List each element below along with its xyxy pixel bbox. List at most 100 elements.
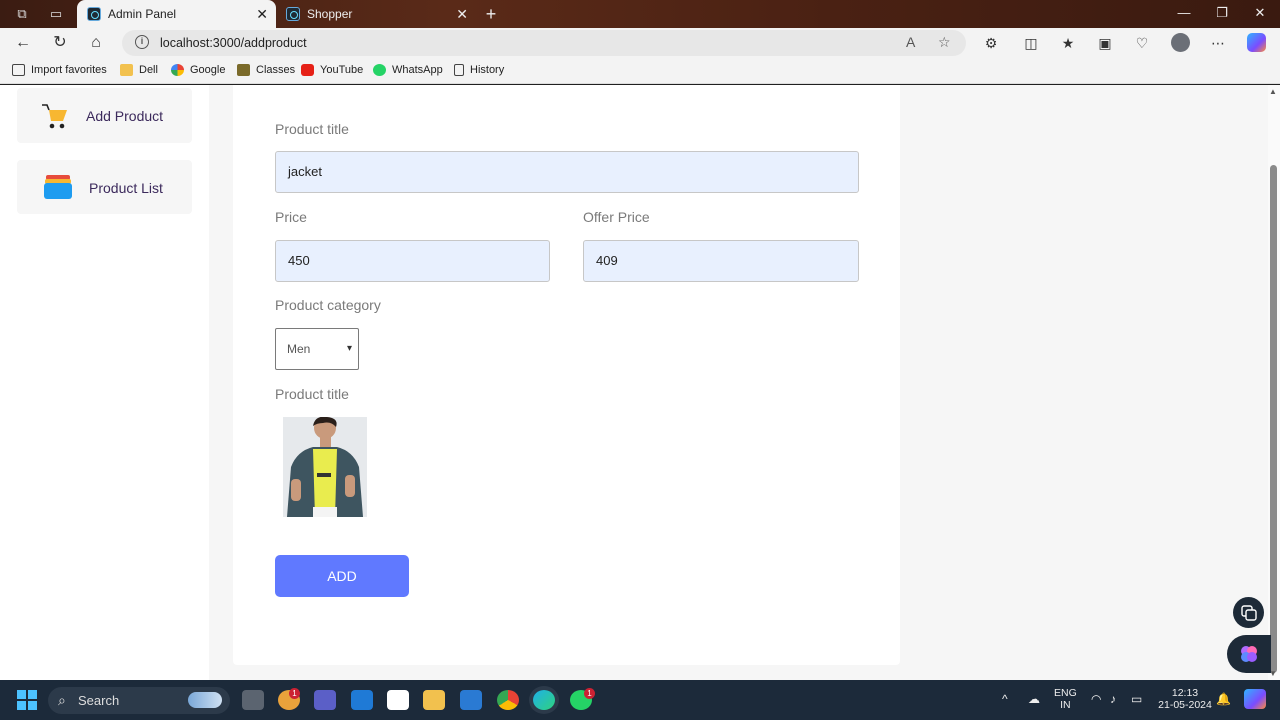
wifi-icon[interactable]: ◠: [1091, 692, 1101, 706]
back-icon[interactable]: ←: [13, 33, 33, 53]
search-highlight-icon: [188, 692, 222, 708]
bookmark-label: Classes: [256, 64, 296, 76]
whatsapp-icon: [373, 64, 386, 76]
widgets-badge: 1: [289, 688, 300, 699]
workspaces-icon[interactable]: ⧉: [14, 6, 30, 22]
chevron-down-icon: ▾: [346, 343, 352, 354]
ai-assistant-icon[interactable]: [1227, 635, 1271, 673]
offer-price-label: Offer Price: [583, 209, 650, 225]
profile-avatar[interactable]: [1171, 33, 1190, 52]
react-favicon-icon: [87, 7, 101, 21]
edge-icon[interactable]: [533, 690, 555, 710]
site-info-icon[interactable]: i: [135, 35, 149, 49]
tab-actions-icon[interactable]: ▭: [48, 6, 64, 22]
mail-icon[interactable]: [351, 690, 373, 710]
refresh-icon[interactable]: ↻: [50, 33, 70, 53]
scroll-up-icon[interactable]: ▲: [1269, 87, 1277, 96]
page-scrollbar[interactable]: ▲ ▼: [1268, 85, 1280, 680]
maximize-icon[interactable]: ❐: [1214, 5, 1230, 21]
product-image-upload[interactable]: [283, 417, 367, 517]
browser-essentials-icon[interactable]: ♡: [1133, 34, 1151, 52]
chrome-icon[interactable]: [497, 690, 519, 710]
bookmark-google[interactable]: Google: [171, 64, 225, 76]
add-button[interactable]: ADD: [275, 555, 409, 597]
tab-admin-panel[interactable]: Admin Panel ✕: [77, 0, 276, 28]
language-code: ENG: [1054, 687, 1077, 699]
close-tab-icon[interactable]: ✕: [256, 6, 268, 22]
read-aloud-icon[interactable]: A: [906, 34, 915, 50]
translate-icon[interactable]: [1233, 597, 1264, 628]
close-window-icon[interactable]: ✕: [1252, 5, 1268, 21]
split-screen-icon[interactable]: ◫: [1022, 34, 1040, 52]
sidebar-item-label: Add Product: [86, 108, 164, 124]
offer-price-input[interactable]: 409: [583, 240, 859, 282]
add-product-form: Product title jacket Price 450 Offer Pri…: [233, 85, 900, 665]
bookmark-label: Import favorites: [31, 64, 107, 76]
product-title-label: Product title: [275, 121, 349, 137]
price-input[interactable]: 450: [275, 240, 550, 282]
weather-icon[interactable]: ☁: [1028, 692, 1040, 706]
bookmark-dell[interactable]: Dell: [120, 64, 158, 76]
browser-titlebar: ⧉ ▭ Admin Panel ✕ Shopper ✕ + — ❐ ✕: [0, 0, 1280, 28]
import-icon: [12, 64, 25, 76]
react-favicon-icon: [286, 7, 300, 21]
sidebar-item-add-product[interactable]: Add Product: [17, 88, 192, 143]
home-icon[interactable]: ⌂: [86, 33, 106, 53]
file-explorer-icon[interactable]: [423, 690, 445, 710]
bookmark-youtube[interactable]: YouTube: [301, 64, 363, 76]
bookmark-import-favorites[interactable]: Import favorites: [12, 64, 107, 76]
vscode-icon[interactable]: [460, 690, 482, 710]
minimize-icon[interactable]: —: [1176, 5, 1192, 20]
address-bar[interactable]: i localhost:3000/addproduct A ☆: [122, 30, 966, 56]
volume-icon[interactable]: ♪: [1110, 692, 1116, 706]
url-text[interactable]: localhost:3000/addproduct: [160, 36, 307, 50]
notification-bell-icon[interactable]: 🔔: [1216, 692, 1231, 706]
store-icon[interactable]: [387, 690, 409, 710]
google-icon: [171, 64, 184, 76]
favorite-star-icon[interactable]: ☆: [938, 34, 951, 51]
category-select[interactable]: Men ▾: [275, 328, 359, 370]
sidebar-item-label: Product List: [89, 180, 163, 196]
clock-date: 21-05-2024: [1158, 699, 1212, 711]
search-icon: ⌕: [58, 692, 66, 708]
more-menu-icon[interactable]: ⋯: [1209, 34, 1227, 52]
region-code: IN: [1060, 699, 1071, 711]
collections-icon[interactable]: ▣: [1096, 34, 1114, 52]
task-view-icon[interactable]: [242, 690, 264, 710]
scrollbar-thumb[interactable]: [1270, 165, 1277, 673]
teams-icon[interactable]: [314, 690, 336, 710]
clock[interactable]: 12:13 21-05-2024: [1157, 687, 1213, 711]
sidebar: Add Product Product List: [0, 85, 209, 680]
close-tab-icon[interactable]: ✕: [456, 6, 468, 22]
sidebar-item-product-list[interactable]: Product List: [17, 160, 192, 214]
product-title-input[interactable]: jacket: [275, 151, 859, 193]
search-label: Search: [78, 693, 120, 708]
page-icon: [454, 64, 464, 76]
bookmark-whatsapp[interactable]: WhatsApp: [373, 64, 443, 76]
bookmark-label: History: [470, 64, 505, 76]
product-category-label: Product category: [275, 297, 381, 313]
stack-icon: [44, 175, 72, 199]
copilot-icon[interactable]: [1247, 33, 1266, 52]
windows-start-icon[interactable]: [17, 690, 37, 710]
bookmark-classes[interactable]: Classes: [237, 64, 295, 76]
battery-icon[interactable]: ▭: [1131, 692, 1142, 706]
tray-chevron-up-icon[interactable]: ^: [1002, 692, 1008, 706]
bookmark-label: Dell: [139, 64, 158, 76]
new-tab-icon[interactable]: +: [482, 4, 500, 25]
language-indicator[interactable]: ENG IN: [1054, 687, 1077, 711]
taskbar-search[interactable]: ⌕ Search: [48, 687, 230, 714]
tab-title: Admin Panel: [108, 7, 177, 21]
classes-icon: [237, 64, 250, 76]
category-selected-value: Men: [287, 342, 311, 356]
bookmark-history[interactable]: History: [454, 64, 504, 76]
copilot-taskbar-icon[interactable]: [1244, 689, 1266, 709]
translate-glyph: [1241, 605, 1257, 621]
clock-time: 12:13: [1171, 687, 1199, 699]
bookmarks-bar: Import favorites Dell Google Classes You…: [0, 58, 1280, 84]
extensions-icon[interactable]: ⚙: [982, 34, 1000, 52]
browser-toolbar: ← ↻ ⌂ i localhost:3000/addproduct A ☆ ⚙ …: [0, 28, 1280, 58]
tab-shopper[interactable]: Shopper ✕: [276, 0, 476, 28]
favorites-icon[interactable]: ★: [1059, 34, 1077, 52]
price-label: Price: [275, 209, 307, 225]
